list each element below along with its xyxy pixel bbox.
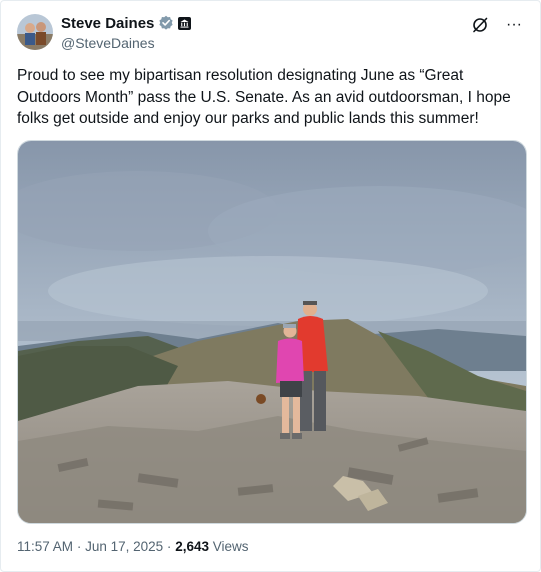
tweet-card: Steve Daines @SteveDaines ··· Proud to s… xyxy=(0,0,541,572)
tweet-date[interactable]: Jun 17, 2025 xyxy=(85,539,163,554)
views-label: Views xyxy=(212,539,249,554)
display-name[interactable]: Steve Daines xyxy=(61,15,154,32)
meta-separator-2: · xyxy=(166,539,172,554)
views-count: 2,643 xyxy=(175,539,209,554)
tweet-meta: 11:57 AM · Jun 17, 2025 · 2,643 Views xyxy=(17,539,249,554)
government-badge-icon xyxy=(178,16,192,30)
tweet-text: Proud to see my bipartisan resolution de… xyxy=(17,67,511,127)
verified-badge-icon xyxy=(158,15,174,31)
meta-separator: · xyxy=(76,539,82,554)
tweet-time[interactable]: 11:57 AM xyxy=(17,539,73,554)
handle[interactable]: @SteveDaines xyxy=(61,35,191,51)
author-block: Steve Daines @SteveDaines xyxy=(61,14,192,51)
tweet-photo[interactable] xyxy=(17,140,527,524)
grok-icon[interactable] xyxy=(470,15,490,35)
tweet-actions: ··· xyxy=(470,15,524,35)
more-options-icon[interactable]: ··· xyxy=(504,15,524,35)
avatar[interactable] xyxy=(17,14,53,50)
